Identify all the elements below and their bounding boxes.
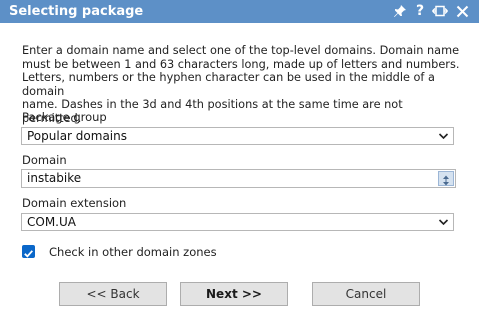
maximize-icon[interactable]	[431, 2, 449, 20]
domain-value: instabike	[27, 171, 82, 185]
domain-extension-select[interactable]: COM.UA	[21, 213, 454, 231]
chevron-down-icon	[438, 219, 449, 226]
domain-spinner-button[interactable]	[438, 171, 454, 186]
checkmark-icon	[24, 250, 33, 258]
dialog-title: Selecting package	[9, 4, 144, 19]
cancel-button[interactable]: Cancel	[312, 282, 420, 306]
package-group-select[interactable]: Popular domains	[21, 127, 454, 145]
domain-input[interactable]: instabike	[21, 169, 456, 188]
dialog-body: Enter a domain name and select one of th…	[0, 23, 479, 313]
other-zones-label[interactable]: Check in other domain zones	[49, 245, 217, 259]
package-group-label: Package group	[22, 110, 107, 124]
other-zones-checkbox[interactable]	[22, 245, 35, 258]
package-group-value: Popular domains	[27, 129, 128, 143]
dialog-titlebar[interactable]: Selecting package ?	[0, 0, 479, 23]
help-icon[interactable]: ?	[414, 2, 426, 20]
close-icon[interactable]	[454, 2, 470, 20]
selecting-package-dialog: Selecting package ? Enter a domain name …	[0, 0, 479, 313]
domain-extension-label: Domain extension	[22, 196, 127, 210]
pin-icon[interactable]	[392, 2, 408, 20]
domain-label: Domain	[22, 153, 67, 167]
domain-extension-value: COM.UA	[27, 215, 76, 229]
next-button[interactable]: Next >>	[180, 282, 288, 306]
chevron-down-icon	[438, 133, 449, 140]
up-down-arrows-icon	[443, 175, 449, 186]
back-button[interactable]: << Back	[59, 282, 167, 306]
